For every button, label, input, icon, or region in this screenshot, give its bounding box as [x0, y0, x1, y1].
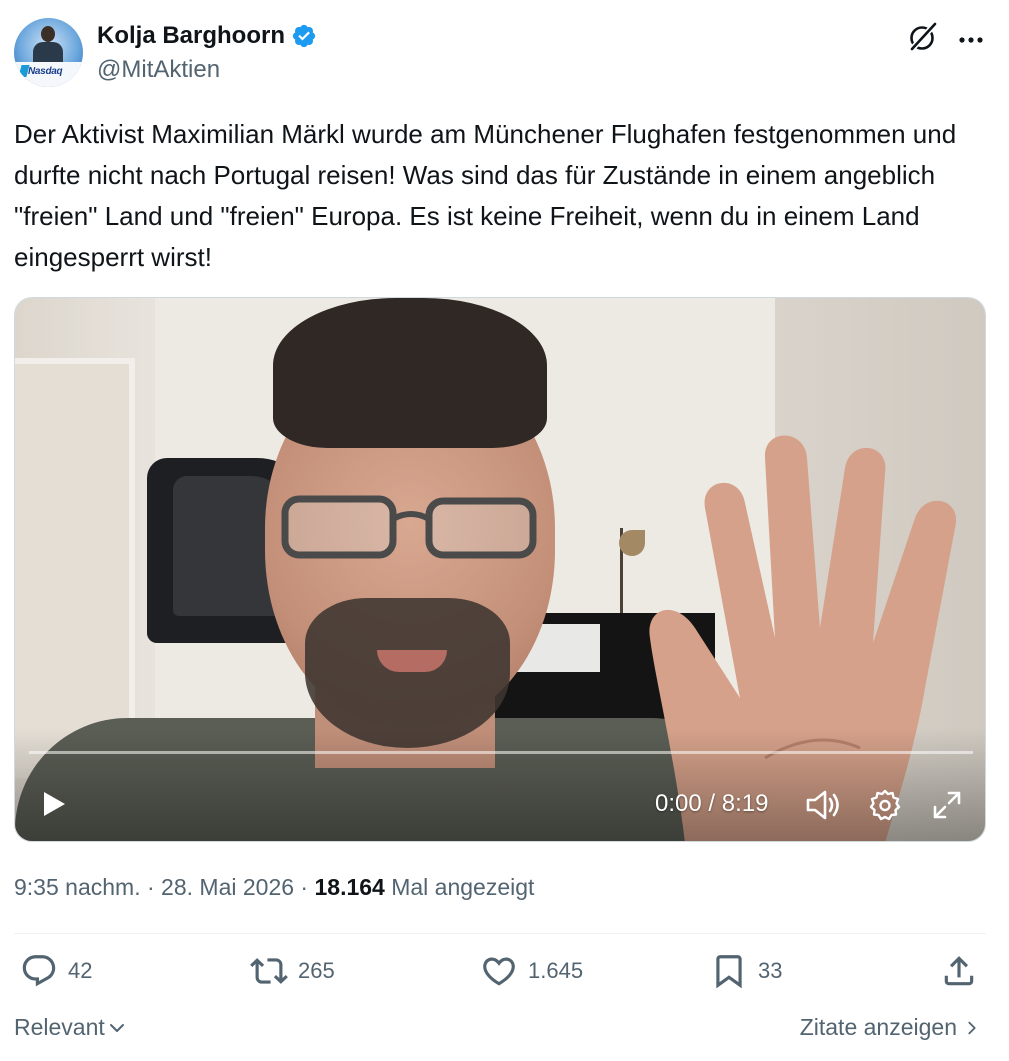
views-count: 18.164: [314, 874, 385, 900]
meta-separator: ·: [300, 874, 309, 900]
like-icon: [483, 957, 515, 986]
grok-icon[interactable]: [906, 20, 940, 54]
settings-icon[interactable]: [868, 788, 902, 822]
chevron-right-icon: [968, 1021, 976, 1034]
bookmark-count: 33: [758, 958, 783, 983]
tweet-time[interactable]: 9:35 nachm.: [14, 874, 141, 900]
video-door: [15, 358, 135, 778]
repost-count: 265: [298, 958, 335, 983]
video-controls-shade: [15, 728, 985, 841]
video-person-mouth: [377, 650, 447, 672]
avatar-person-head: [41, 26, 55, 42]
share-button[interactable]: [940, 952, 978, 990]
tweet-date[interactable]: 28. Mai 2026: [161, 874, 294, 900]
tweet-header: Nasdaq Kolja Barghoorn @MitAktien: [14, 18, 989, 88]
video-time: 0:00 / 8:19: [655, 790, 769, 817]
volume-icon[interactable]: [805, 788, 841, 822]
video-person-beard: [305, 598, 510, 748]
meta-separator: ·: [146, 874, 155, 900]
video-person-glasses: [281, 495, 537, 559]
avatar[interactable]: Nasdaq: [14, 18, 83, 87]
bookmark-button[interactable]: 33: [710, 952, 782, 990]
avatar-logo-text: Nasdaq: [28, 66, 63, 77]
display-name[interactable]: Kolja Barghoorn: [97, 22, 285, 50]
video-person-hair: [273, 298, 547, 448]
quotes-label: Zitate anzeigen: [799, 1014, 957, 1040]
view-quotes-link[interactable]: Zitate anzeigen: [800, 1014, 981, 1041]
repost-icon: [250, 958, 288, 984]
fullscreen-icon[interactable]: [931, 789, 963, 821]
video-progress-bar[interactable]: [29, 751, 973, 754]
tweet-text: Der Aktivist Maximilian Märkl wurde am M…: [14, 119, 957, 272]
reply-count: 42: [68, 958, 93, 983]
reply-icon: [22, 955, 56, 987]
action-bar: 42 265 1.645 33: [14, 952, 989, 998]
avatar-person-body: [33, 42, 63, 64]
more-icon[interactable]: [954, 22, 988, 52]
repost-button[interactable]: 265: [250, 952, 335, 990]
video-player[interactable]: 0:00 / 8:19: [14, 297, 986, 842]
like-count: 1.645: [528, 958, 584, 983]
like-button[interactable]: 1.645: [480, 952, 583, 990]
name-row: Kolja Barghoorn: [97, 22, 317, 50]
views-label: Mal angezeigt: [391, 874, 535, 900]
sort-label: Relevant: [14, 1014, 105, 1040]
bookmark-icon: [716, 955, 742, 989]
user-handle[interactable]: @MitAktien: [97, 56, 220, 84]
video-plant-leaf: [619, 530, 645, 556]
sort-dropdown[interactable]: Relevant: [14, 1014, 127, 1041]
share-icon: [944, 956, 974, 986]
play-icon[interactable]: [39, 788, 69, 820]
divider: [14, 933, 986, 934]
chevron-down-icon: [109, 1023, 124, 1032]
reply-button[interactable]: 42: [20, 952, 92, 990]
verified-badge-icon[interactable]: [291, 23, 317, 49]
tweet-meta: 9:35 nachm. · 28. Mai 2026 · 18.164 Mal …: [14, 874, 534, 901]
